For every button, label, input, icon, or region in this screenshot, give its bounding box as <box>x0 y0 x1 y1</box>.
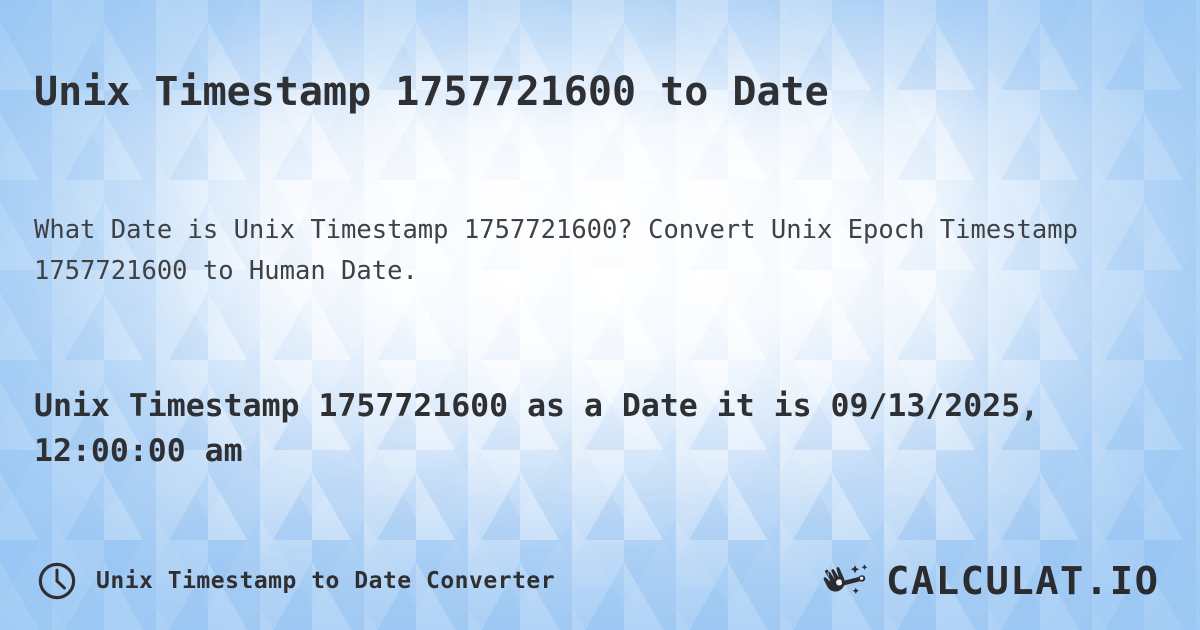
page-title: Unix Timestamp 1757721600 to Date <box>34 68 829 115</box>
footer-branding-left: Unix Timestamp to Date Converter <box>36 560 555 602</box>
brand-wordmark: CALCULAT.IO <box>885 559 1160 603</box>
og-card: Unix Timestamp 1757721600 to Date What D… <box>0 0 1200 630</box>
conversion-result-heading: Unix Timestamp 1757721600 as a Date it i… <box>34 388 1040 470</box>
clock-icon <box>36 560 78 602</box>
brand-logo[interactable]: CALCULAT.IO <box>822 560 1158 602</box>
footer: Unix Timestamp to Date Converter CALCULA… <box>0 556 1200 606</box>
footer-label: Unix Timestamp to Date Converter <box>96 568 556 594</box>
magic-wand-hand-icon <box>822 560 880 602</box>
card-content: Unix Timestamp 1757721600 to Date What D… <box>0 0 1200 630</box>
page-description: What Date is Unix Timestamp 1757721600? … <box>34 214 1078 286</box>
